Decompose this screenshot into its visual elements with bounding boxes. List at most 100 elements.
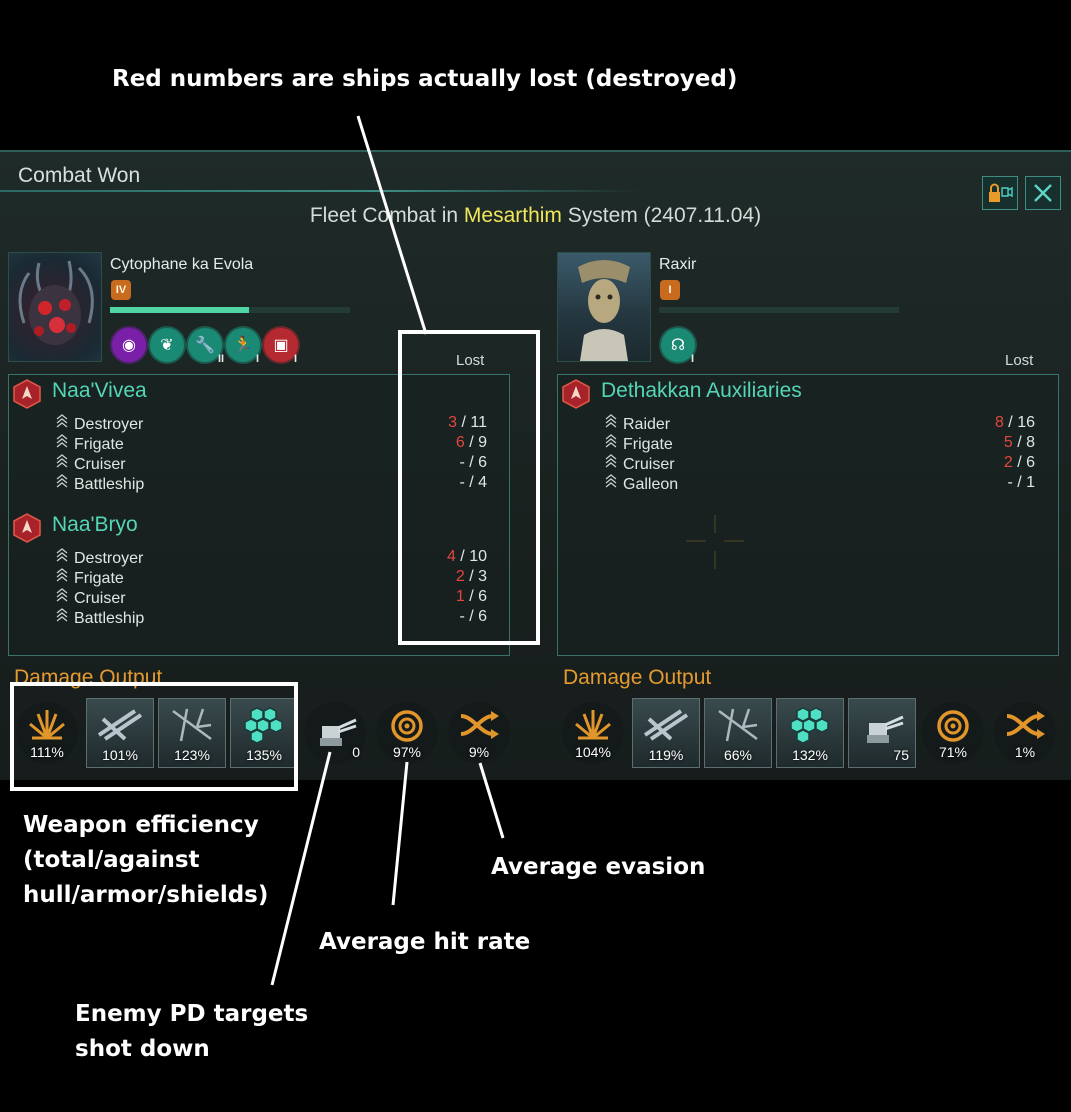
total-count: / 6	[464, 608, 487, 625]
stat-value: 75	[893, 747, 909, 763]
lost-count: 1	[455, 588, 465, 605]
total-count: / 8	[1012, 434, 1035, 451]
hull-damage-stat[interactable]: 119%	[632, 698, 700, 768]
rank-chevron-icon	[605, 414, 619, 431]
fleet-emblem-icon	[12, 513, 42, 543]
ship-type-label: Frigate	[74, 570, 124, 587]
running-figure-icon[interactable]: 🏃	[226, 328, 260, 362]
ships-lost-value: - / 4	[407, 474, 487, 492]
ship-type-row: Battleship	[56, 474, 144, 494]
point-defense-turret-stat[interactable]: 0	[304, 702, 366, 764]
target-reticle-stat[interactable]: 71%	[922, 702, 984, 764]
ship-type-row: Frigate	[605, 434, 673, 454]
ships-lost-value: 8 / 16	[955, 414, 1035, 432]
window-title: Combat Won	[18, 164, 141, 187]
armor-damage-stat[interactable]: 66%	[704, 698, 772, 768]
combat-report-window: Combat Won Fleet Combat in Mesarthim Sys…	[0, 150, 1071, 780]
organic-creature-icon[interactable]: ❦	[150, 328, 184, 362]
annotation-average-evasion: Average evasion	[491, 854, 706, 880]
creature-head-glyph: ☊	[670, 337, 686, 354]
wrench-icon[interactable]: 🔧	[188, 328, 222, 362]
point-defense-turret-icon	[849, 705, 915, 745]
ship-type-label: Cruiser	[623, 456, 675, 473]
subtitle-prefix: Fleet Combat in	[309, 204, 464, 227]
ships-lost-value: 1 / 6	[407, 588, 487, 606]
rank-chevron-icon	[605, 474, 619, 491]
evasion-arrows-stat[interactable]: 1%	[994, 702, 1056, 764]
armor-damage-icon	[159, 705, 225, 745]
stat-value: 101%	[102, 747, 138, 763]
left-damage-output-title: Damage Output	[14, 666, 163, 689]
ship-type-row: Cruiser	[56, 588, 126, 608]
ship-type-row: Destroyer	[56, 414, 143, 434]
trait-level: II	[218, 353, 225, 365]
rank-chevron-icon	[56, 474, 70, 491]
ships-lost-value: 5 / 8	[955, 434, 1035, 452]
total-count: / 1	[1012, 474, 1035, 491]
left-leader-portrait[interactable]	[8, 252, 102, 362]
title-divider	[0, 190, 640, 192]
robot-icon[interactable]: ▣	[264, 328, 298, 362]
window-titlebar: Combat Won	[0, 158, 640, 192]
shield-damage-stat[interactable]: 135%	[230, 698, 298, 768]
pointer-hit-rate	[391, 761, 409, 906]
explosion-icon	[16, 708, 78, 742]
rank-chevron-icon	[605, 434, 619, 451]
ship-type-label: Destroyer	[74, 416, 144, 433]
stat-value: 1%	[1014, 744, 1036, 760]
armor-damage-icon	[705, 705, 771, 745]
lost-count: 5	[1003, 434, 1013, 451]
explosion-stat[interactable]: 104%	[562, 702, 624, 764]
armor-damage-stat[interactable]: 123%	[158, 698, 226, 768]
annotation-enemy-pd-line-2: shot down	[75, 1036, 210, 1062]
ship-type-row: Battleship	[56, 608, 144, 628]
target-reticle-stat[interactable]: 97%	[376, 702, 438, 764]
ship-type-row: Frigate	[56, 434, 124, 454]
stat-value: 119%	[648, 747, 684, 763]
ships-lost-value: - / 6	[407, 454, 487, 472]
ships-lost-value: 2 / 3	[407, 568, 487, 586]
lost-count: 8	[994, 414, 1004, 431]
ship-type-label: Cruiser	[74, 456, 126, 473]
ship-type-row: Galleon	[605, 474, 678, 494]
shield-damage-icon	[231, 705, 297, 747]
evasion-arrows-stat[interactable]: 9%	[448, 702, 510, 764]
system-name[interactable]: Mesarthim	[464, 204, 562, 227]
psionic-eye-icon[interactable]: ◉	[112, 328, 146, 362]
ship-type-label: Battleship	[74, 610, 145, 627]
rank-chevron-icon	[56, 548, 70, 565]
ship-type-label: Frigate	[623, 436, 673, 453]
fleet-name[interactable]: Naa'Vivea	[52, 379, 147, 403]
ships-lost-value: - / 1	[955, 474, 1035, 492]
stat-value: 9%	[468, 744, 490, 760]
stat-value: 66%	[723, 747, 753, 763]
ship-type-row: Cruiser	[605, 454, 675, 474]
evasion-arrows-icon	[448, 708, 510, 744]
explosion-stat[interactable]: 111%	[16, 702, 78, 764]
annotation-weapon-efficiency-line-3: hull/armor/shields)	[23, 882, 269, 908]
annotation-red-numbers: Red numbers are ships actually lost (des…	[112, 66, 738, 92]
left-lost-header: Lost	[456, 352, 485, 369]
hull-damage-stat[interactable]: 101%	[86, 698, 154, 768]
lost-count: 2	[1003, 454, 1013, 471]
left-leader-rank-badge: IV	[111, 280, 131, 300]
fleet-name[interactable]: Dethakkan Auxiliaries	[601, 379, 802, 403]
point-defense-turret-stat[interactable]: 75	[848, 698, 916, 768]
trait-level: I	[256, 353, 260, 365]
shield-damage-stat[interactable]: 132%	[776, 698, 844, 768]
left-leader-name: Cytophane ka Evola	[110, 256, 254, 273]
humanoid-alien-portrait	[578, 260, 630, 361]
total-count: / 6	[464, 588, 487, 605]
ships-lost-value: - / 6	[407, 608, 487, 626]
total-count: / 16	[1003, 414, 1035, 431]
annotation-weapon-efficiency-line-2: (total/against	[23, 847, 200, 873]
left-xp-fill	[110, 307, 250, 313]
annotation-average-hit-rate: Average hit rate	[319, 929, 531, 955]
creature-head-icon[interactable]: ☊	[661, 328, 695, 362]
target-reticle-icon	[922, 708, 984, 748]
stat-value: 111%	[30, 744, 64, 760]
rank-chevron-icon	[605, 454, 619, 471]
right-leader-portrait[interactable]	[557, 252, 651, 362]
fleet-name[interactable]: Naa'Bryo	[52, 513, 138, 537]
trait-level: I	[294, 353, 298, 365]
